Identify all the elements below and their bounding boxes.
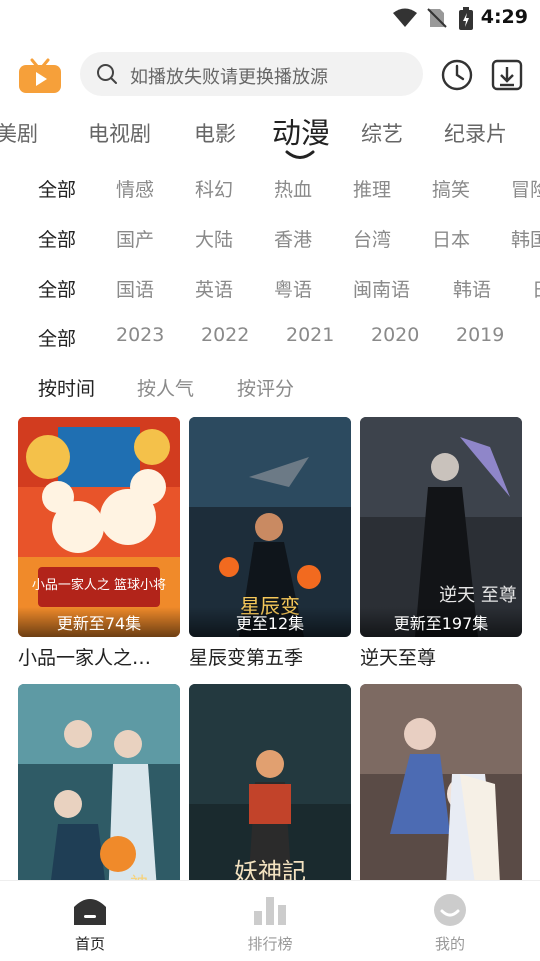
episode-badge: 更新至197集 xyxy=(360,607,522,637)
nav-ranking-label: 排行榜 xyxy=(247,935,293,953)
bottom-nav: 首页 排行榜 我的 xyxy=(0,880,540,961)
download-button[interactable] xyxy=(490,58,524,92)
filter-year-option[interactable]: 2021 xyxy=(286,324,334,346)
poster-image: 小品一家人之 篮球小将 更新至74集 xyxy=(18,417,180,637)
filter-row-genre: 全部 情感 科幻 热血 推理 搞笑 冒险 xyxy=(0,175,540,207)
filter-language-option[interactable]: 闽南语 xyxy=(353,275,410,302)
home-icon xyxy=(72,893,108,927)
filter-region-option[interactable]: 日本 xyxy=(432,225,470,252)
filter-year-all[interactable]: 全部 xyxy=(38,324,76,351)
ranking-icon xyxy=(252,893,288,927)
filter-row-year: 全部 2023 2022 2021 2020 2019 xyxy=(0,324,540,356)
filter-genre-option[interactable]: 搞笑 xyxy=(432,175,470,202)
filter-genre-option[interactable]: 冒险 xyxy=(511,175,540,202)
filter-genre-option[interactable]: 科幻 xyxy=(195,175,233,202)
search-placeholder: 如播放失败请更换播放源 xyxy=(130,67,328,88)
filter-region-option[interactable]: 大陆 xyxy=(195,225,233,252)
tab-tv-series[interactable]: 电视剧 xyxy=(88,118,151,148)
profile-icon xyxy=(432,893,468,927)
filter-language-option[interactable]: 日 xyxy=(532,275,540,302)
filter-row-region: 全部 国产 大陆 香港 台湾 日本 韩国 xyxy=(0,225,540,257)
active-tab-indicator xyxy=(284,146,316,165)
battery-charging-icon xyxy=(458,7,474,35)
filter-language-option[interactable]: 国语 xyxy=(116,275,154,302)
nav-home-label: 首页 xyxy=(74,935,105,953)
filter-region-all[interactable]: 全部 xyxy=(38,225,76,252)
filter-year-option[interactable]: 2022 xyxy=(201,324,249,346)
filter-region-option[interactable]: 香港 xyxy=(274,225,312,252)
episode-badge: 更新至74集 xyxy=(18,607,180,637)
status-bar: 4:29 xyxy=(0,0,540,36)
sort-by-popularity[interactable]: 按人气 xyxy=(137,374,194,401)
history-button[interactable] xyxy=(440,58,474,92)
download-icon xyxy=(491,59,523,91)
nav-profile[interactable]: 我的 xyxy=(390,881,510,961)
category-tabs: 美剧 电视剧 电影 动漫 综艺 纪录片 xyxy=(0,108,540,159)
search-icon xyxy=(96,63,118,89)
filter-genre-option[interactable]: 热血 xyxy=(274,175,312,202)
nav-profile-label: 我的 xyxy=(434,935,465,953)
search-bar[interactable]: 如播放失败请更换播放源 xyxy=(80,52,423,96)
filter-row-sort: 按时间 按人气 按评分 xyxy=(0,374,540,406)
app-logo[interactable] xyxy=(18,58,62,93)
episode-badge: 更至12集 xyxy=(189,607,351,637)
filter-language-option[interactable]: 韩语 xyxy=(453,275,491,302)
poster-image xyxy=(360,684,522,904)
poster-image: 逆天 至尊 更新至197集 xyxy=(360,417,522,637)
filter-year-option[interactable]: 2019 xyxy=(456,324,504,346)
filter-genre-all[interactable]: 全部 xyxy=(38,175,76,202)
video-title: 小品一家人之… xyxy=(18,647,152,669)
wifi-icon xyxy=(392,7,418,33)
filter-language-all[interactable]: 全部 xyxy=(38,275,76,302)
poster-image: 星辰变 更至12集 xyxy=(189,417,351,637)
filter-language-option[interactable]: 英语 xyxy=(195,275,233,302)
poster-text: 小品一家人之 篮球小将 xyxy=(32,577,166,593)
video-title: 逆天至尊 xyxy=(360,647,437,669)
clock-icon xyxy=(441,59,473,91)
poster-image: 神… xyxy=(18,684,180,904)
filter-year-option[interactable]: 2023 xyxy=(116,324,164,346)
tab-documentary[interactable]: 纪录片 xyxy=(444,118,507,148)
poster-text: 逆天 至尊 xyxy=(439,585,517,606)
filter-region-option[interactable]: 国产 xyxy=(116,225,154,252)
no-sim-icon xyxy=(426,7,448,33)
header: 如播放失败请更换播放源 xyxy=(0,50,540,98)
tab-us-drama[interactable]: 美剧 xyxy=(0,118,38,148)
tab-movie[interactable]: 电影 xyxy=(194,118,236,148)
filter-region-option[interactable]: 台湾 xyxy=(353,225,391,252)
sort-by-rating[interactable]: 按评分 xyxy=(237,374,294,401)
poster-image: 妖神記 xyxy=(189,684,351,904)
filter-genre-option[interactable]: 推理 xyxy=(353,175,391,202)
filter-year-option[interactable]: 2020 xyxy=(371,324,419,346)
video-title: 星辰变第五季 xyxy=(189,647,304,669)
filter-region-option[interactable]: 韩国 xyxy=(511,225,540,252)
filter-row-language: 全部 国语 英语 粤语 闽南语 韩语 日 xyxy=(0,275,540,307)
nav-home[interactable]: 首页 xyxy=(30,881,150,961)
tab-variety[interactable]: 综艺 xyxy=(361,118,403,148)
status-time: 4:29 xyxy=(480,6,528,28)
sort-by-time[interactable]: 按时间 xyxy=(38,374,95,401)
nav-ranking[interactable]: 排行榜 xyxy=(210,881,330,961)
filter-language-option[interactable]: 粤语 xyxy=(274,275,312,302)
filter-genre-option[interactable]: 情感 xyxy=(116,175,154,202)
